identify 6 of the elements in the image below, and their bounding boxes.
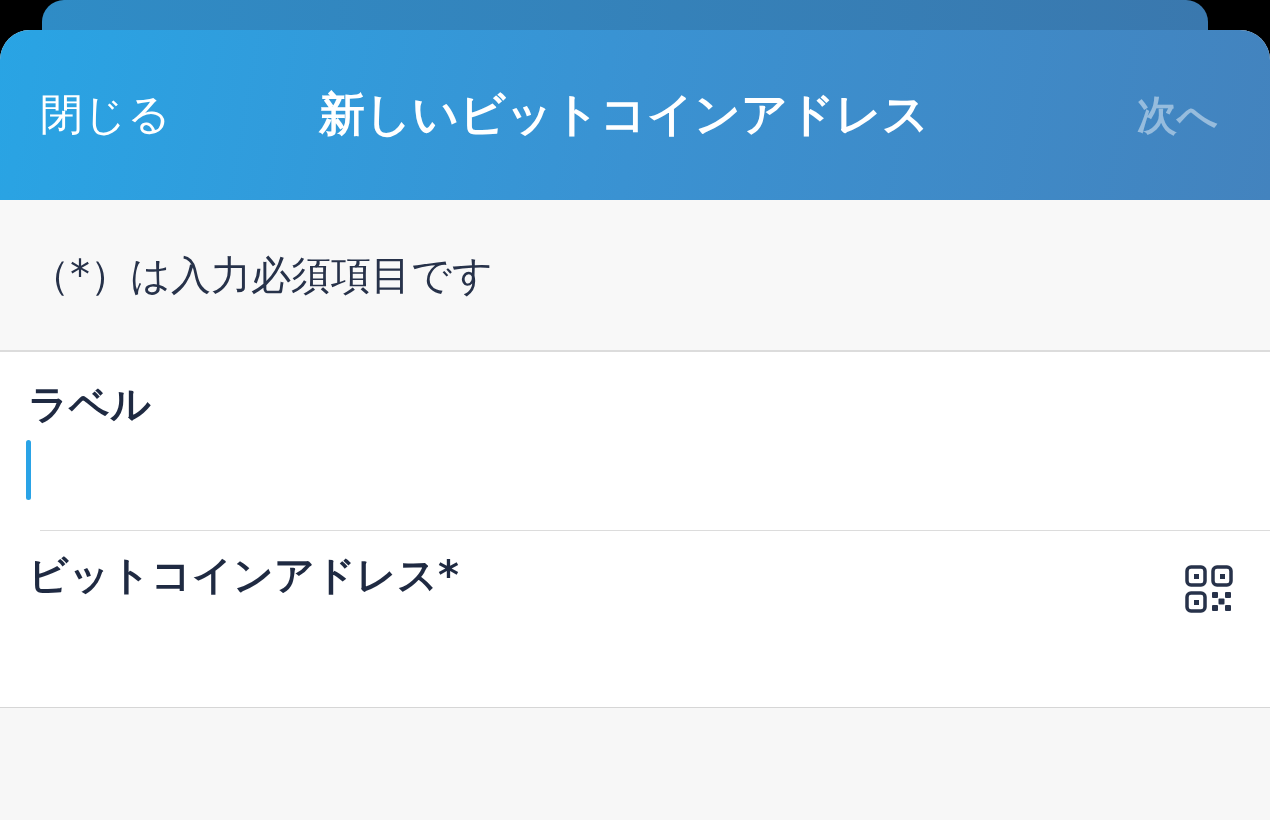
- close-button[interactable]: 閉じる: [40, 86, 171, 144]
- required-note: （*）は入力必須項目です: [30, 250, 493, 300]
- field-label: ラベル: [28, 380, 151, 428]
- field-label: ビットコインアドレス*: [28, 551, 459, 599]
- qr-code-icon[interactable]: [1185, 565, 1233, 613]
- screen-title: 新しいビットコインアドレス: [319, 86, 929, 143]
